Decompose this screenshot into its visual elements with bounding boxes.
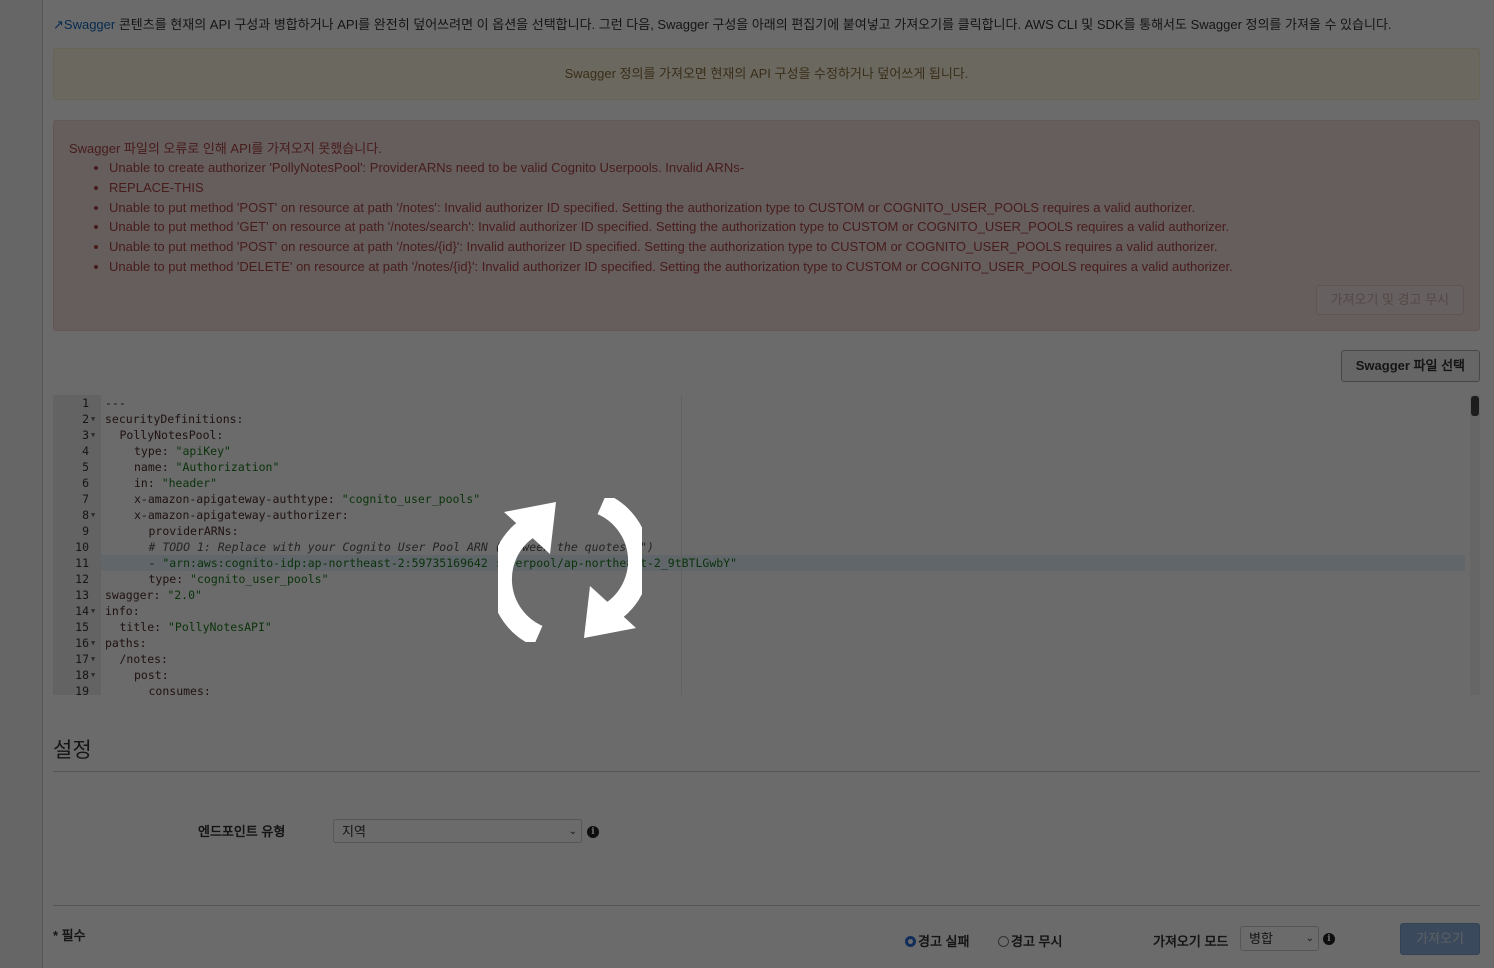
- fold-toggle-icon[interactable]: ▼: [91, 415, 95, 423]
- code-line: PollyNotesPool:: [119, 428, 224, 442]
- print-margin: [681, 395, 682, 695]
- dimmed-page: ↗Swagger 콘텐츠를 현재의 API 구성과 병합하거나 API를 완전히…: [0, 0, 1494, 968]
- line-number: 18: [75, 668, 89, 682]
- code-line: type: "cognito_user_pools": [148, 572, 329, 586]
- code-line: consumes:: [148, 684, 211, 695]
- fold-toggle-icon[interactable]: ▼: [91, 639, 95, 647]
- error-item: REPLACE-THIS: [109, 178, 1233, 198]
- line-number: 15: [75, 620, 89, 634]
- required-note: * 필수: [53, 928, 86, 943]
- code-line: x-amazon-apigateway-authtype: "cognito_u…: [134, 492, 481, 506]
- import-mode-select[interactable]: 병합 ⌄: [1240, 926, 1319, 951]
- error-item: Unable to put method 'GET' on resource a…: [109, 217, 1233, 237]
- code-line: # TODO 1: Replace with your Cognito User…: [148, 540, 654, 554]
- line-number: 7: [82, 492, 89, 506]
- code-editor[interactable]: 1 --- 2 ▼ securityDefinitions: 3 ▼ PollyNotesPo…: [53, 395, 1480, 695]
- intro-text: ↗Swagger 콘텐츠를 현재의 API 구성과 병합하거나 API를 완전히…: [53, 17, 1392, 32]
- line-number: 11: [75, 556, 89, 570]
- error-item: Unable to put method 'POST' on resource …: [109, 198, 1233, 218]
- code-line: in: "header": [134, 476, 218, 490]
- fold-toggle-icon[interactable]: ▼: [91, 655, 95, 663]
- line-number: 3: [82, 428, 89, 442]
- error-alert: Swagger 파일의 오류로 인해 API를 가져오지 못했습니다. Unab…: [53, 120, 1480, 331]
- line-number: 2: [82, 412, 89, 426]
- fold-toggle-icon[interactable]: ▼: [91, 511, 95, 519]
- chevron-down-icon: ⌄: [1305, 933, 1314, 944]
- import-mode-label: 가져오기 모드: [1153, 934, 1229, 949]
- info-icon[interactable]: i: [1323, 933, 1335, 945]
- line-number: 17: [75, 652, 89, 666]
- code-line: info:: [105, 604, 140, 618]
- fold-toggle-icon[interactable]: ▼: [91, 671, 95, 679]
- error-item: Unable to create authorizer 'PollyNotesP…: [109, 158, 1233, 178]
- radio-fail-on-warnings[interactable]: 경고 실패: [905, 931, 969, 950]
- error-item: Unable to put method 'DELETE' on resourc…: [109, 257, 1233, 277]
- error-item: Unable to put method 'POST' on resource …: [109, 237, 1233, 257]
- swagger-link[interactable]: ↗Swagger: [53, 17, 115, 32]
- line-number: 4: [82, 444, 89, 458]
- endpoint-type-label: 엔드포인트 유형: [198, 824, 286, 839]
- error-title: Swagger 파일의 오류로 인해 API를 가져오지 못했습니다.: [69, 141, 382, 156]
- code-line: x-amazon-apigateway-authorizer:: [134, 508, 349, 522]
- import-ignore-warnings-button[interactable]: 가져오기 및 경고 무시: [1315, 285, 1464, 315]
- line-number: 14: [75, 604, 89, 618]
- line-number: 19: [75, 684, 89, 695]
- info-icon[interactable]: i: [587, 826, 599, 838]
- import-button[interactable]: 가져오기: [1400, 923, 1480, 955]
- code-line: providerARNs:: [148, 524, 239, 538]
- code-line: /notes:: [119, 652, 168, 666]
- import-api-panel: ↗Swagger 콘텐츠를 현재의 API 구성과 병합하거나 API를 완전히…: [53, 0, 1480, 968]
- code-line: name: "Authorization": [134, 460, 280, 474]
- line-number: 10: [75, 540, 89, 554]
- divider: [53, 771, 1480, 772]
- endpoint-type-select[interactable]: 지역 ⌄: [333, 819, 582, 843]
- error-list: Unable to create authorizer 'PollyNotesP…: [69, 158, 1233, 277]
- settings-title: 설정: [53, 739, 92, 762]
- line-number: 12: [75, 572, 89, 586]
- select-swagger-file-button[interactable]: Swagger 파일 선택: [1340, 350, 1480, 382]
- code-line: paths:: [105, 636, 147, 650]
- chevron-down-icon: ⌄: [568, 826, 577, 837]
- line-number: 9: [82, 524, 89, 538]
- code-line: title: "PollyNotesAPI": [119, 620, 272, 634]
- code-line: - "arn:aws:cognito-idp:ap-northeast-2:59…: [148, 556, 738, 570]
- divider: [53, 905, 1480, 906]
- line-number: 6: [82, 476, 89, 490]
- editor-scrollbar[interactable]: [1470, 395, 1480, 695]
- external-link-icon: ↗: [53, 17, 64, 32]
- radio-ignore-warnings[interactable]: 경고 무시: [998, 931, 1062, 950]
- line-number: 8: [82, 508, 89, 522]
- code-line: type: "apiKey": [134, 444, 231, 458]
- fold-toggle-icon[interactable]: ▼: [91, 431, 95, 439]
- code-line: securityDefinitions:: [105, 412, 244, 426]
- line-number: 13: [75, 588, 89, 602]
- code-line: post:: [134, 668, 169, 682]
- sidebar: [0, 0, 43, 968]
- line-number: 5: [82, 460, 89, 474]
- line-number: 16: [75, 636, 89, 650]
- line-number: 1: [82, 396, 89, 410]
- code-line: swagger: "2.0": [105, 588, 202, 602]
- fold-toggle-icon[interactable]: ▼: [91, 607, 95, 615]
- code-line: ---: [105, 396, 126, 410]
- warning-alert: Swagger 정의를 가져오면 현재의 API 구성을 수정하거나 덮어쓰게 …: [53, 48, 1480, 100]
